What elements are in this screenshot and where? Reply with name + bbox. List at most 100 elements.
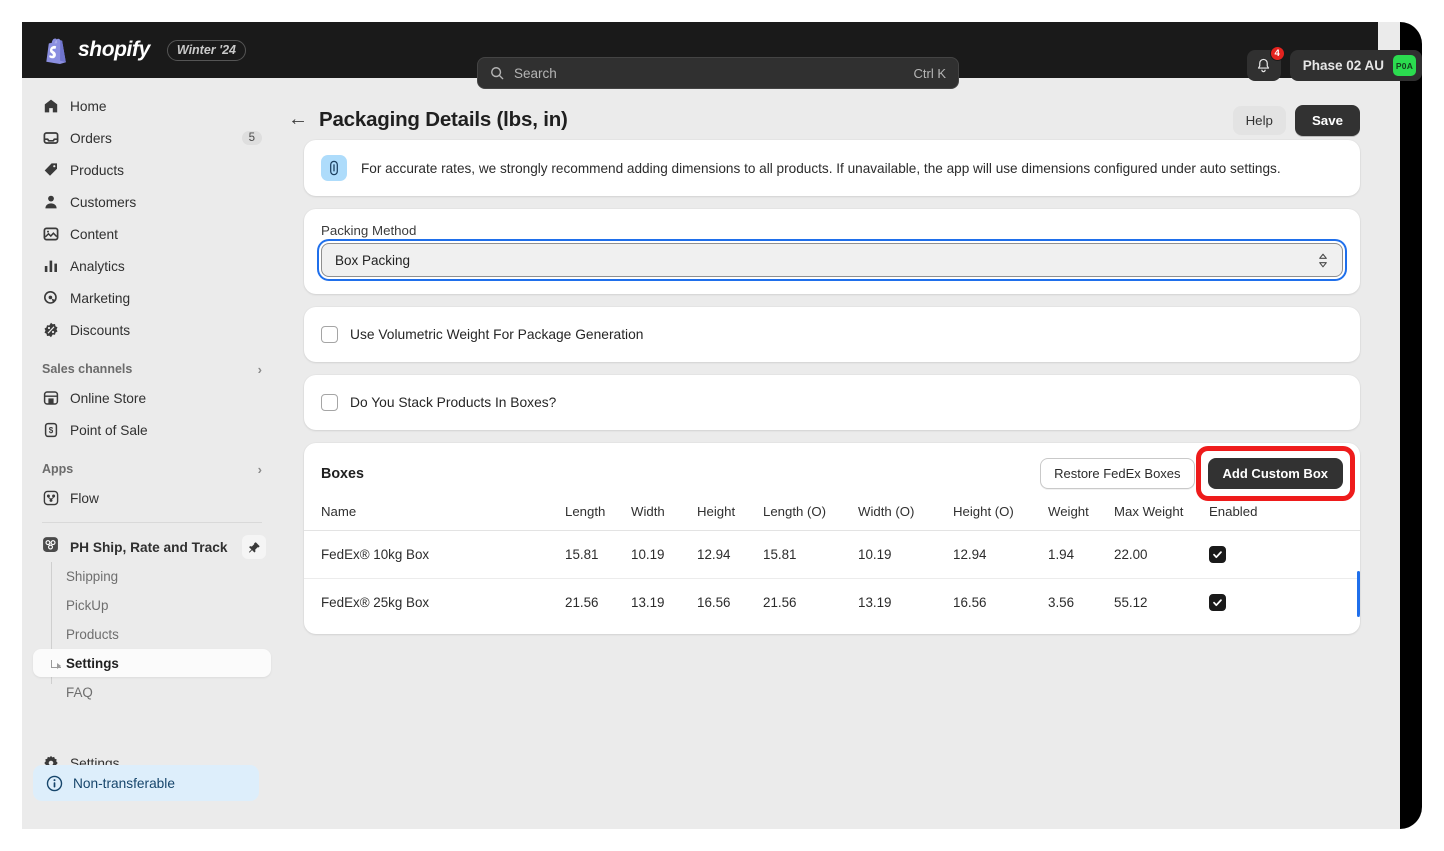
cell-enabled: [1203, 579, 1360, 627]
cell-enabled: [1203, 530, 1360, 579]
save-button[interactable]: Save: [1294, 104, 1360, 136]
row-enabled-checkbox[interactable]: [1209, 546, 1226, 563]
chevron-updown-icon: [1319, 253, 1327, 267]
notification-count-badge: 4: [1269, 46, 1285, 61]
sidebar-item-analytics[interactable]: Analytics: [33, 251, 271, 281]
cell-length: 21.56: [565, 595, 599, 610]
sidebar-item-label: Flow: [70, 490, 99, 506]
cell-name: FedEx® 10kg Box: [304, 530, 559, 579]
col-width-o: Width (O): [852, 498, 947, 531]
page-title: Packaging Details (lbs, in): [319, 108, 568, 131]
info-circle-icon: [46, 775, 63, 791]
app-icon: [42, 536, 59, 558]
restore-fedex-boxes-button[interactable]: Restore FedEx Boxes: [1040, 458, 1195, 489]
cell-weight: 3.56: [1048, 595, 1075, 610]
sidebar-item-products[interactable]: Products: [33, 155, 271, 185]
cell-length-o: 21.56: [763, 595, 797, 610]
shopify-brand[interactable]: shopify Winter '24: [22, 37, 246, 64]
sidebar-item-marketing[interactable]: Marketing: [33, 283, 271, 313]
help-button[interactable]: Help: [1232, 105, 1286, 135]
boxes-header: Boxes Restore FedEx Boxes Add Custom Box: [304, 443, 1360, 501]
col-max-weight: Max Weight: [1108, 498, 1203, 531]
boxes-card: Boxes Restore FedEx Boxes Add Custom Box…: [304, 443, 1360, 634]
stack-products-checkbox[interactable]: [321, 394, 338, 411]
cell-height-o: 12.94: [947, 530, 1042, 579]
search-input[interactable]: Search Ctrl K: [477, 57, 959, 89]
app-subnav: Shipping PickUp Products Settings FAQ: [33, 562, 271, 706]
sidebar-section-apps[interactable]: Apps ›: [33, 455, 271, 483]
discounts-badge-icon: [42, 322, 59, 339]
sidebar-item-orders[interactable]: Orders 5: [33, 123, 271, 153]
season-badge: Winter '24: [166, 39, 246, 61]
sidebar-item-flow[interactable]: Flow: [33, 483, 271, 513]
customers-person-icon: [42, 194, 59, 211]
sidebar-item-label: Orders: [70, 130, 112, 146]
packing-method-select[interactable]: Box Packing: [321, 243, 1343, 277]
pos-icon: $: [42, 422, 59, 439]
pin-icon[interactable]: [242, 535, 266, 559]
flow-icon: [42, 490, 59, 507]
cell-height: 16.56: [697, 595, 731, 610]
col-height-o: Height (O): [947, 498, 1042, 531]
bell-icon: [1258, 58, 1270, 72]
account-menu-button[interactable]: Phase 02 AU P0A: [1289, 50, 1422, 81]
main-content: ← Packaging Details (lbs, in) Help Save …: [282, 78, 1378, 829]
sidebar-item-home[interactable]: Home: [33, 91, 271, 121]
orders-icon: [42, 130, 59, 147]
products-tag-icon: [42, 162, 59, 179]
boxes-title: Boxes: [321, 465, 364, 482]
section-label: Sales channels: [42, 362, 133, 376]
sidebar-item-label: Content: [70, 226, 118, 242]
cell-height: 12.94: [691, 530, 757, 579]
sidebar-divider: [42, 522, 262, 523]
sidebar-item-label: Home: [70, 98, 107, 114]
table-row[interactable]: FedEx® 10kg Box 15.81 10.19 12.94 15.81 …: [304, 530, 1360, 579]
row-enabled-checkbox[interactable]: [1209, 594, 1226, 611]
store-icon: [42, 390, 59, 407]
sidebar-item-label: Online Store: [70, 390, 147, 406]
sidebar-item-shipping[interactable]: Shipping: [33, 562, 271, 590]
sidebar-item-label: PH Ship, Rate and Track: [70, 539, 228, 555]
non-transferable-label: Non-transferable: [73, 775, 175, 791]
volumetric-weight-label: Use Volumetric Weight For Package Genera…: [350, 327, 644, 342]
shopify-bag-icon: [46, 38, 66, 64]
packing-method-value: Box Packing: [335, 252, 411, 268]
table-row[interactable]: FedEx® 25kg Box 21.56 13.19 16.56 21.56 …: [304, 579, 1360, 627]
col-height: Height: [691, 498, 757, 531]
volumetric-weight-checkbox[interactable]: [321, 326, 338, 343]
sidebar-item-app-settings[interactable]: Settings: [33, 649, 271, 677]
info-banner-text: For accurate rates, we strongly recommen…: [361, 160, 1281, 176]
col-length-o: Length (O): [757, 498, 852, 531]
sidebar-item-ph-ship[interactable]: PH Ship, Rate and Track: [33, 532, 271, 562]
sidebar-item-faq[interactable]: FAQ: [33, 678, 271, 706]
col-width: Width: [625, 498, 691, 531]
sidebar-item-customers[interactable]: Customers: [33, 187, 271, 217]
avatar: P0A: [1393, 55, 1416, 76]
content-image-icon: [42, 226, 59, 243]
sidebar-item-app-products[interactable]: Products: [33, 620, 271, 648]
sidebar-item-online-store[interactable]: Online Store: [33, 383, 271, 413]
search-icon: [491, 67, 504, 80]
sidebar-item-content[interactable]: Content: [33, 219, 271, 249]
sub-item-label: Settings: [66, 655, 119, 671]
sidebar-section-sales-channels[interactable]: Sales channels ›: [33, 355, 271, 383]
info-banner: For accurate rates, we strongly recommen…: [304, 140, 1360, 196]
notifications-button[interactable]: 4: [1246, 46, 1285, 81]
back-arrow-icon[interactable]: ←: [288, 108, 308, 131]
cell-width-o: 10.19: [852, 530, 947, 579]
sidebar-item-discounts[interactable]: Discounts: [33, 315, 271, 345]
cell-max-weight: 55.12: [1114, 595, 1148, 610]
packing-method-card: Packing Method Box Packing: [304, 209, 1360, 294]
table-horizontal-scrollbar[interactable]: [1357, 571, 1360, 617]
cell-height-o: 16.56: [953, 595, 987, 610]
sidebar-item-label: Analytics: [70, 258, 125, 274]
sidebar-item-point-of-sale[interactable]: $ Point of Sale: [33, 415, 271, 445]
sidebar-item-label: Customers: [70, 194, 137, 210]
sidebar-item-pickup[interactable]: PickUp: [33, 591, 271, 619]
stack-products-row[interactable]: Do You Stack Products In Boxes?: [304, 375, 1360, 430]
stack-products-label: Do You Stack Products In Boxes?: [350, 395, 557, 410]
search-shortcut-hint: Ctrl K: [913, 65, 947, 81]
add-custom-box-button[interactable]: Add Custom Box: [1207, 458, 1343, 489]
cell-name: FedEx® 25kg Box: [321, 595, 430, 610]
volumetric-weight-row[interactable]: Use Volumetric Weight For Package Genera…: [304, 307, 1360, 362]
